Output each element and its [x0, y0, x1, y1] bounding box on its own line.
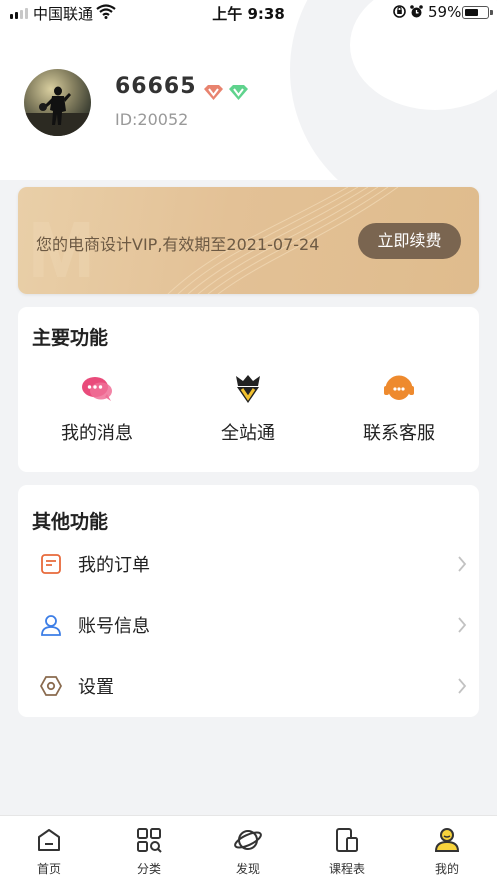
main-functions-title: 主要功能 — [32, 327, 109, 349]
settings-label: 设置 — [78, 677, 114, 698]
battery-icon — [462, 6, 493, 19]
tab-mine[interactable]: 我的 — [407, 826, 487, 877]
home-icon — [9, 826, 89, 854]
other-functions-card: 其他功能 我的订单 账号信息 设置 — [18, 485, 479, 717]
rotation-lock-icon — [392, 4, 407, 23]
account-info-label: 账号信息 — [78, 616, 150, 637]
main-functions-card: 主要功能 我的消息 全站通 联系客服 — [18, 307, 479, 472]
tab-discover[interactable]: 发现 — [208, 826, 288, 877]
tab-schedule-label: 课程表 — [328, 862, 365, 876]
tab-category[interactable]: 分类 — [109, 826, 189, 877]
vip-badge-green-icon — [228, 84, 249, 105]
vip-card: M 您的电商设计VIP,有效期至2021-07-24 立即续费 — [18, 187, 479, 294]
vip-expiry-text: 您的电商设计VIP,有效期至2021-07-24 — [36, 235, 320, 254]
tab-home[interactable]: 首页 — [9, 826, 89, 877]
schedule-icon — [307, 826, 387, 854]
account-icon — [40, 614, 62, 640]
my-orders-label: 我的订单 — [78, 555, 150, 576]
all-access-button[interactable]: 全站通 — [183, 373, 313, 445]
all-access-label: 全站通 — [221, 423, 275, 444]
username: 66665 — [115, 74, 197, 99]
settings-icon — [39, 675, 63, 701]
chevron-right-icon — [457, 677, 467, 699]
my-messages-button[interactable]: 我的消息 — [32, 373, 162, 445]
vip-badge-red-icon — [203, 84, 224, 105]
customer-service-icon — [334, 373, 464, 405]
vip-crown-icon — [183, 373, 313, 405]
tab-schedule[interactable]: 课程表 — [307, 826, 387, 877]
account-info-row[interactable]: 账号信息 — [18, 596, 479, 656]
customer-service-label: 联系客服 — [363, 423, 435, 444]
tab-home-label: 首页 — [36, 862, 61, 876]
tab-category-label: 分类 — [136, 862, 161, 876]
discover-icon — [208, 826, 288, 854]
category-icon — [109, 826, 189, 854]
avatar-image — [24, 86, 91, 136]
battery-percent: 59% — [428, 3, 462, 21]
user-id: ID:20052 — [115, 110, 189, 129]
other-functions-title: 其他功能 — [32, 511, 109, 533]
tab-bar: 首页 分类 发现 课程表 我的 — [0, 815, 497, 883]
chevron-right-icon — [457, 616, 467, 638]
mine-icon — [407, 826, 487, 854]
settings-row[interactable]: 设置 — [18, 657, 479, 717]
my-messages-label: 我的消息 — [61, 423, 133, 444]
renew-button[interactable]: 立即续费 — [358, 223, 461, 259]
tab-mine-label: 我的 — [434, 862, 459, 876]
customer-service-button[interactable]: 联系客服 — [334, 373, 464, 445]
chevron-right-icon — [457, 555, 467, 577]
message-icon — [32, 373, 162, 405]
avatar[interactable] — [24, 69, 91, 136]
alarm-icon — [409, 4, 424, 23]
order-icon — [40, 553, 62, 579]
my-orders-row[interactable]: 我的订单 — [18, 535, 479, 595]
tab-discover-label: 发现 — [235, 862, 260, 876]
status-bar: 中国联通 上午 9:38 59% — [0, 0, 497, 26]
